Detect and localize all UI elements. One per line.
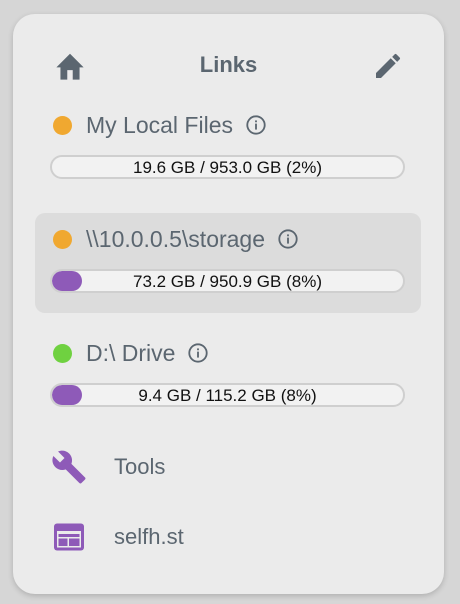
status-dot [53, 115, 72, 135]
drive-item-local-files: My Local Files 19.6 GB / 953.0 GB (2%) [35, 99, 421, 199]
browser-window-icon [54, 523, 84, 551]
drive-link[interactable]: D:\ Drive [53, 337, 209, 369]
link-tools[interactable]: Tools [51, 447, 165, 487]
pencil-icon [376, 53, 401, 78]
usage-text: 73.2 GB / 950.9 GB (8%) [133, 272, 322, 291]
link-label: Tools [114, 454, 166, 479]
usage-bar: 73.2 GB / 950.9 GB (8%) [50, 269, 405, 293]
info-icon[interactable] [187, 342, 209, 364]
status-dot [53, 343, 72, 363]
usage-text: 9.4 GB / 115.2 GB (8%) [138, 386, 317, 405]
drive-link[interactable]: My Local Files [53, 109, 267, 141]
usage-bar: 9.4 GB / 115.2 GB (8%) [50, 383, 405, 407]
drive-item-network-storage: \\10.0.0.5\storage 73.2 GB / 950.9 GB (8… [35, 213, 421, 313]
wrench-icon [52, 450, 86, 484]
info-icon[interactable] [245, 114, 267, 136]
link-selfh-st[interactable]: selfh.st [51, 517, 184, 557]
link-label: selfh.st [114, 524, 184, 549]
links-card: Links My Local Files 19.6 GB / 953.0 GB … [13, 14, 444, 594]
edit-button[interactable] [371, 50, 405, 82]
drive-name: \\10.0.0.5\storage [86, 225, 266, 252]
drive-name: D:\ Drive [86, 339, 176, 366]
drive-link[interactable]: \\10.0.0.5\storage [53, 223, 299, 255]
drive-name: My Local Files [86, 111, 233, 138]
info-icon[interactable] [277, 228, 299, 250]
usage-bar: 19.6 GB / 953.0 GB (2%) [50, 155, 405, 179]
usage-text: 19.6 GB / 953.0 GB (2%) [133, 158, 322, 177]
drive-item-d-drive: D:\ Drive 9.4 GB / 115.2 GB (8%) [35, 327, 421, 427]
status-dot [53, 229, 72, 249]
